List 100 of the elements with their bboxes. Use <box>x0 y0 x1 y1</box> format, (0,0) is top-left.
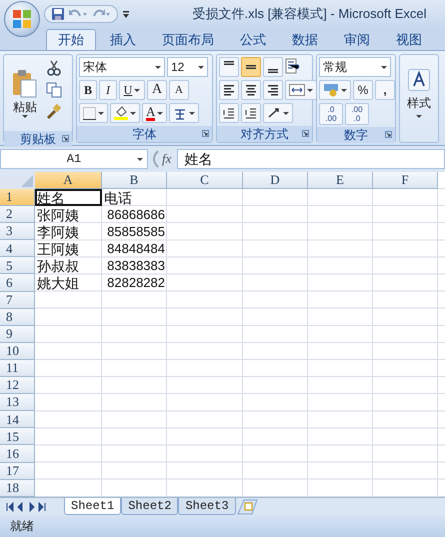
column-header[interactable]: E <box>308 172 373 189</box>
table-cell[interactable]: 张阿姨 <box>35 206 102 224</box>
column-header[interactable]: A <box>35 172 102 189</box>
caret-icon <box>381 66 387 68</box>
insert-function-button[interactable]: fx <box>162 149 172 169</box>
row-header[interactable]: 12 <box>0 377 35 394</box>
number-format-field[interactable]: 常规 <box>319 57 391 77</box>
group-label: 对齐方式 <box>240 126 288 143</box>
ribbon-tab[interactable]: 公式 <box>228 29 278 50</box>
font-size-field[interactable]: 12 <box>167 57 208 77</box>
row-header[interactable]: 18 <box>0 480 35 497</box>
orientation-button[interactable] <box>263 103 293 123</box>
styles-icon <box>408 68 430 90</box>
sheet-tab[interactable]: Sheet1 <box>64 498 122 515</box>
brush-icon[interactable] <box>46 104 62 120</box>
row-header[interactable]: 16 <box>0 445 35 462</box>
table-cell[interactable]: 86868686 <box>102 206 167 224</box>
vertical-align-button[interactable] <box>219 57 239 77</box>
text-align-button[interactable] <box>219 80 239 100</box>
sheet-tab[interactable]: Sheet2 <box>121 498 178 515</box>
column-header[interactable]: B <box>102 172 167 189</box>
table-cell[interactable]: 83838383 <box>102 257 167 274</box>
italic-button[interactable]: I <box>99 80 117 100</box>
font-color-button[interactable]: A <box>142 103 168 123</box>
caret-icon <box>98 112 104 114</box>
bold-button[interactable]: B <box>79 80 97 100</box>
table-cell[interactable]: 84848484 <box>102 240 167 258</box>
row-header[interactable]: 3 <box>0 223 35 240</box>
windows-logo-icon <box>12 9 32 29</box>
table-cell[interactable]: 姓名 <box>35 189 102 206</box>
launcher-icon[interactable] <box>202 130 209 137</box>
table-cell[interactable]: 孙叔叔 <box>35 257 102 274</box>
align-icon <box>224 61 234 65</box>
launcher-icon[interactable] <box>62 135 69 142</box>
row-header[interactable]: 17 <box>0 462 35 480</box>
percent-button[interactable]: % <box>353 80 373 100</box>
vertical-align-button[interactable] <box>241 57 261 77</box>
paint-bucket-icon <box>114 106 128 120</box>
phonetic-button[interactable] <box>169 103 200 123</box>
comma-button[interactable]: , <box>375 80 395 100</box>
formula-field[interactable]: 姓名 <box>177 149 445 169</box>
vertical-align-button[interactable] <box>263 57 283 77</box>
table-cell[interactable]: 李阿姨 <box>35 223 102 240</box>
ribbon-tab[interactable]: 页面布局 <box>150 29 226 50</box>
row-header[interactable]: 1 <box>0 189 35 206</box>
row-header[interactable]: 6 <box>0 274 35 292</box>
row-header[interactable]: 7 <box>0 292 35 309</box>
table-cell[interactable]: 85858585 <box>102 223 167 240</box>
underline-button[interactable]: U <box>119 80 145 100</box>
border-icon <box>83 106 96 120</box>
row-header[interactable]: 13 <box>0 394 35 412</box>
grow-font-button[interactable]: A <box>147 80 167 100</box>
ribbon-tab[interactable]: 数据 <box>280 29 330 50</box>
ribbon-tab[interactable]: 开始 <box>46 29 96 50</box>
row-header[interactable]: 8 <box>0 308 35 326</box>
column-header[interactable]: F <box>373 172 438 189</box>
scissors-icon[interactable] <box>46 60 62 76</box>
fill-color-button[interactable] <box>110 103 140 123</box>
clipboard-icon <box>11 68 39 98</box>
font-name-field[interactable]: 宋体 <box>79 57 165 77</box>
ribbon-tab[interactable]: 视图 <box>384 29 434 50</box>
row-header[interactable]: 2 <box>0 206 35 224</box>
caret-icon <box>283 112 289 114</box>
caret-icon <box>189 112 196 114</box>
save-icon[interactable] <box>51 7 65 21</box>
indent-decrease-button[interactable] <box>219 103 239 123</box>
angled-text-icon <box>267 107 281 119</box>
ribbon-tab[interactable]: 审阅 <box>332 29 382 50</box>
table-cell[interactable]: 82828282 <box>102 274 167 292</box>
column-header[interactable]: C <box>167 172 243 189</box>
row-header[interactable]: 11 <box>0 360 35 378</box>
office-button[interactable] <box>4 1 40 37</box>
indent-increase-button[interactable] <box>241 103 261 123</box>
row-header[interactable]: 15 <box>0 428 35 446</box>
row-header[interactable]: 14 <box>0 411 35 428</box>
row-header[interactable]: 10 <box>0 342 35 360</box>
align-icon <box>267 84 279 96</box>
merge-button[interactable] <box>285 80 317 100</box>
customize-icon[interactable] <box>122 9 130 19</box>
name-box[interactable]: A1 <box>0 149 148 169</box>
wrap-text-icon[interactable] <box>285 57 301 75</box>
copy-icon[interactable] <box>46 82 62 98</box>
launcher-icon[interactable] <box>302 130 309 137</box>
ribbon-tab[interactable]: 插入 <box>98 29 148 50</box>
decrease-decimal-button[interactable]: .00 .0 <box>345 103 369 125</box>
table-cell[interactable]: 王阿姨 <box>35 240 102 258</box>
row-header[interactable]: 9 <box>0 326 35 343</box>
launcher-icon[interactable] <box>385 131 392 138</box>
table-cell[interactable]: 电话 <box>102 189 167 206</box>
text-align-button[interactable] <box>263 80 283 100</box>
caret-icon <box>134 88 140 92</box>
row-header[interactable]: 5 <box>0 257 35 274</box>
new-sheet-icon[interactable] <box>236 498 258 514</box>
shrink-font-button[interactable]: A <box>169 80 189 100</box>
row-header[interactable]: 4 <box>0 240 35 258</box>
increase-decimal-button[interactable]: .0 .00 <box>319 103 343 125</box>
table-cell[interactable]: 姚大姐 <box>35 274 102 292</box>
border-button[interactable] <box>79 103 108 123</box>
column-header[interactable]: D <box>243 172 308 189</box>
text-align-button[interactable] <box>241 80 261 100</box>
